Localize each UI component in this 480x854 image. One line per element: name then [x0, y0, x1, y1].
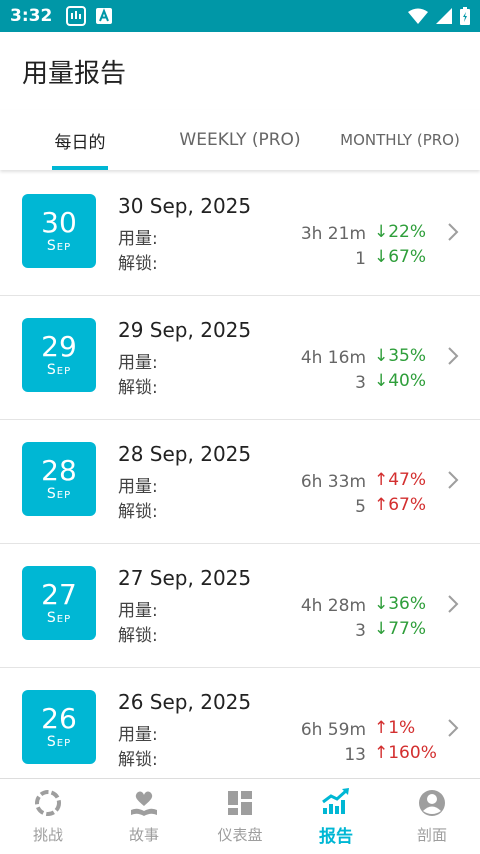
date-day: 27	[41, 578, 77, 611]
date-badge: 27 Sep	[22, 566, 96, 640]
app-bar: 用量报告	[0, 32, 480, 110]
status-time: 3:32	[10, 6, 53, 26]
nav-report[interactable]: 报告	[288, 779, 384, 854]
usage-label: 用量:	[118, 229, 158, 249]
unlock-label: 解锁:	[118, 750, 158, 770]
date-badge: 26 Sep	[22, 690, 96, 764]
chevron-right-icon	[448, 471, 459, 489]
unlock-value: 13	[344, 745, 366, 765]
unlock-value: 3	[355, 373, 366, 393]
date-month: Sep	[46, 486, 72, 502]
report-tabs: 每日的 WEEKLY (PRO) MONTHLY (PRO)	[0, 110, 480, 170]
tab-daily[interactable]: 每日的	[0, 110, 160, 170]
battery-icon	[460, 7, 470, 25]
date-badge: 28 Sep	[22, 442, 96, 516]
date-month: Sep	[46, 734, 72, 750]
unlock-label: 解锁:	[118, 254, 158, 274]
usage-value: 4h 16m	[300, 348, 366, 368]
usage-delta: ↑47%	[374, 470, 427, 490]
usage-label: 用量:	[118, 601, 158, 621]
usage-label: 用量:	[118, 353, 158, 373]
date-month: Sep	[46, 362, 72, 378]
signal-icon	[436, 8, 452, 24]
challenge-ring-icon	[35, 790, 61, 816]
report-row[interactable]: 28 Sep 28 Sep, 2025 用量: 解锁: 6h 33m 5 ↑47…	[0, 420, 480, 544]
nav-label: 挑战	[32, 826, 63, 844]
usage-label: 用量:	[118, 725, 158, 745]
report-row[interactable]: 29 Sep 29 Sep, 2025 用量: 解锁: 4h 16m 3 ↓35…	[0, 296, 480, 420]
unlock-delta: ↓40%	[374, 371, 427, 391]
chevron-right-icon	[448, 719, 459, 737]
unlock-value: 3	[355, 621, 366, 641]
daily-report-list: 30 Sep 30 Sep, 2025 用量: 解锁: 3h 21m 1 ↓22…	[0, 172, 480, 778]
heart-book-icon	[131, 791, 157, 816]
unlock-value: 1	[355, 249, 366, 269]
row-date: 30 Sep, 2025	[118, 194, 252, 218]
unlock-delta: ↓67%	[374, 247, 427, 267]
unlock-delta: ↑67%	[374, 495, 427, 515]
tab-monthly[interactable]: MONTHLY (PRO)	[320, 110, 480, 170]
nav-label: 剖面	[416, 826, 447, 844]
date-day: 30	[41, 206, 77, 239]
unlock-value: 5	[355, 497, 366, 517]
report-chart-icon	[322, 788, 349, 814]
date-badge: 29 Sep	[22, 318, 96, 392]
nav-challenge[interactable]: 挑战	[0, 779, 96, 854]
nav-label: 报告	[319, 827, 353, 847]
date-month: Sep	[46, 610, 72, 626]
nav-label: 仪表盘	[217, 826, 263, 844]
nav-label: 故事	[128, 826, 159, 844]
usage-delta: ↓36%	[374, 594, 427, 614]
usage-value: 3h 21m	[300, 224, 366, 244]
report-row[interactable]: 27 Sep 27 Sep, 2025 用量: 解锁: 4h 28m 3 ↓36…	[0, 544, 480, 668]
usage-value: 6h 59m	[300, 720, 366, 740]
usage-label: 用量:	[118, 477, 158, 497]
chevron-right-icon	[448, 223, 459, 241]
usage-delta: ↓22%	[374, 222, 427, 242]
chevron-right-icon	[448, 595, 459, 613]
date-badge: 30 Sep	[22, 194, 96, 268]
chevron-right-icon	[448, 347, 459, 365]
nav-dashboard[interactable]: 仪表盘	[192, 779, 288, 854]
row-date: 26 Sep, 2025	[118, 690, 252, 714]
unlock-label: 解锁:	[118, 378, 158, 398]
report-row[interactable]: 30 Sep 30 Sep, 2025 用量: 解锁: 3h 21m 1 ↓22…	[0, 172, 480, 296]
usage-value: 4h 28m	[300, 596, 366, 616]
unlock-delta: ↓77%	[374, 619, 427, 639]
usage-delta: ↓35%	[374, 346, 427, 366]
date-month: Sep	[46, 238, 72, 254]
nav-stories[interactable]: 故事	[96, 779, 192, 854]
status-bar: 3:32	[0, 0, 480, 32]
dashboard-grid-icon	[228, 791, 252, 815]
notification-a-icon	[96, 8, 113, 24]
date-day: 28	[41, 454, 77, 487]
bottom-navigation: 挑战 故事 仪表盘 报告 剖面	[0, 778, 480, 854]
unlock-label: 解锁:	[118, 626, 158, 646]
unlock-delta: ↑160%	[374, 743, 437, 763]
date-day: 29	[41, 330, 77, 363]
unlock-label: 解锁:	[118, 502, 158, 522]
page-title: 用量报告	[22, 58, 127, 89]
date-day: 26	[41, 702, 77, 735]
row-date: 28 Sep, 2025	[118, 442, 252, 466]
wifi-icon	[408, 8, 428, 24]
profile-icon	[419, 790, 445, 816]
tab-weekly[interactable]: WEEKLY (PRO)	[160, 110, 320, 170]
row-date: 27 Sep, 2025	[118, 566, 252, 590]
row-date: 29 Sep, 2025	[118, 318, 252, 342]
nav-profile[interactable]: 剖面	[384, 779, 480, 854]
notification-app-icon	[66, 6, 87, 26]
usage-delta: ↑1%	[374, 718, 416, 738]
usage-value: 6h 33m	[300, 472, 366, 492]
report-row[interactable]: 26 Sep 26 Sep, 2025 用量: 解锁: 6h 59m 13 ↑1…	[0, 668, 480, 778]
